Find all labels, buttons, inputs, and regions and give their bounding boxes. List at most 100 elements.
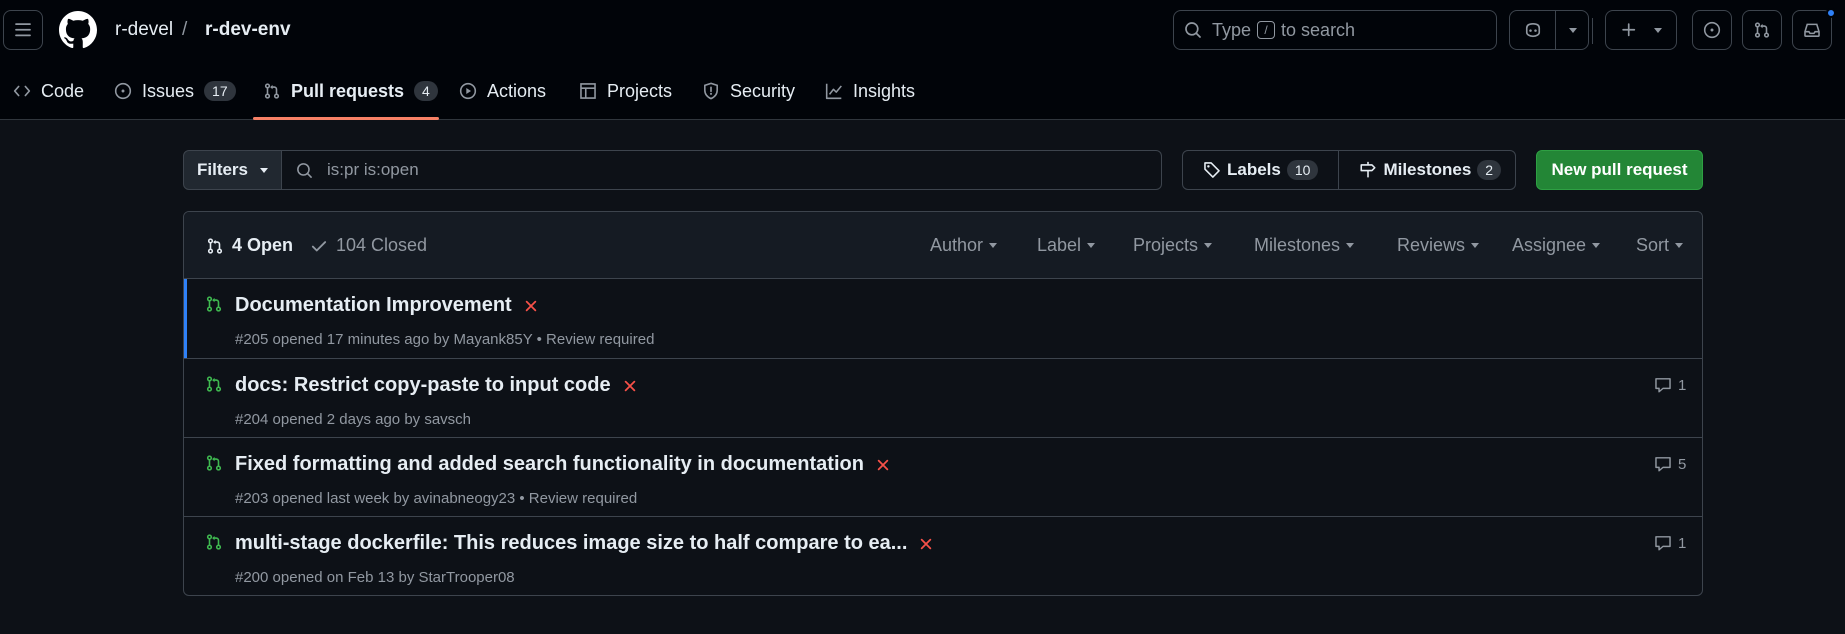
- chevron-down-icon: [1471, 243, 1480, 248]
- check-icon: [311, 240, 327, 251]
- closed-filter-link[interactable]: 104 Closed: [310, 212, 427, 279]
- milestones-label: Milestones: [1383, 160, 1472, 179]
- graph-icon: [825, 83, 842, 100]
- tab-label: Insights: [853, 80, 916, 101]
- git-pull-request-icon: [1754, 22, 1770, 38]
- pull-request-title-link[interactable]: Documentation Improvement: [235, 294, 512, 317]
- pull-request-title-link[interactable]: docs: Restrict copy-paste to input code: [235, 374, 611, 397]
- x-icon[interactable]: [524, 299, 538, 313]
- pull-request-title-link[interactable]: multi-stage dockerfile: This reduces ima…: [235, 532, 907, 555]
- pull-request-title-link[interactable]: Fixed formatting and added search functi…: [235, 453, 864, 476]
- comments-link[interactable]: 1: [1654, 534, 1686, 552]
- milestones-count-badge: 2: [1477, 160, 1502, 180]
- play-icon: [459, 82, 477, 100]
- selector-label: Reviews: [1397, 235, 1466, 255]
- assignee-filter-dropdown[interactable]: Assignee: [1512, 212, 1601, 279]
- title-line: Documentation Improvement: [235, 294, 538, 317]
- sort-dropdown[interactable]: Sort: [1636, 212, 1684, 279]
- selector-label: Author: [930, 235, 984, 255]
- pull-request-row[interactable]: Documentation Improvement #205 opened 17…: [184, 279, 1702, 358]
- pull-request-meta: #200 opened on Feb 13 by StarTrooper08: [235, 569, 515, 586]
- copilot-button[interactable]: [1509, 10, 1589, 50]
- copilot-dropdown[interactable]: [1556, 27, 1588, 33]
- title-line: Fixed formatting and added search functi…: [235, 453, 890, 476]
- filters-button[interactable]: Filters: [183, 150, 282, 190]
- tab-label: Pull requests: [291, 80, 405, 101]
- pull-requests-count-badge: 4: [414, 81, 438, 101]
- x-icon[interactable]: [919, 537, 933, 551]
- projects-filter-dropdown[interactable]: Projects: [1133, 212, 1213, 279]
- search-shortcut-key: /: [1257, 21, 1276, 39]
- repo-name-link[interactable]: r-dev-env: [205, 19, 291, 41]
- comments-link[interactable]: 5: [1654, 455, 1686, 473]
- tab-label: Projects: [607, 80, 673, 101]
- chevron-down-icon: [1675, 243, 1684, 248]
- issue-opened-icon: [1703, 21, 1721, 39]
- open-global-nav-button[interactable]: [3, 10, 43, 50]
- open-pull-request-icon: [206, 296, 222, 312]
- your-pull-requests-button[interactable]: [1742, 10, 1782, 50]
- chevron-down-icon: [1346, 243, 1355, 248]
- tab-code[interactable]: Code: [13, 62, 84, 120]
- chevron-down-icon: [260, 167, 269, 173]
- milestones-button[interactable]: Milestones 2: [1338, 151, 1521, 189]
- pull-request-meta: #205 opened 17 minutes ago by Mayank85Y …: [235, 331, 655, 348]
- milestones-filter-dropdown[interactable]: Milestones: [1254, 212, 1355, 279]
- selector-label: Assignee: [1512, 235, 1587, 255]
- pull-request-row[interactable]: docs: Restrict copy-paste to input code …: [184, 358, 1702, 437]
- create-new-button[interactable]: [1605, 10, 1677, 50]
- milestone-icon: [1360, 161, 1376, 178]
- pull-request-row[interactable]: multi-stage dockerfile: This reduces ima…: [184, 516, 1702, 595]
- shield-icon: [704, 82, 718, 100]
- selector-label: Sort: [1636, 235, 1670, 255]
- unread-notification-dot: [1826, 8, 1836, 18]
- labels-milestones-group: Labels 10 Milestones 2: [1182, 150, 1516, 190]
- labels-count-badge: 10: [1286, 160, 1319, 180]
- author-filter-dropdown[interactable]: Author: [930, 212, 998, 279]
- pull-request-search-input[interactable]: is:pr is:open: [282, 150, 1162, 190]
- tab-actions[interactable]: Actions: [459, 62, 546, 120]
- chevron-down-icon: [989, 243, 998, 248]
- label-filter-dropdown[interactable]: Label: [1037, 212, 1096, 279]
- chevron-down-icon: [1569, 27, 1577, 33]
- global-search-input[interactable]: Type / to search: [1173, 10, 1497, 50]
- table-icon: [580, 83, 596, 99]
- labels-label: Labels: [1227, 160, 1281, 179]
- list-header: 4 Open 104 Closed Author Label Projects …: [184, 212, 1702, 279]
- plus-icon: [1622, 23, 1636, 37]
- labels-button[interactable]: Labels 10: [1183, 151, 1338, 189]
- x-icon[interactable]: [623, 379, 637, 393]
- search-hint-after: to search: [1281, 19, 1356, 40]
- tab-projects[interactable]: Projects: [579, 62, 672, 120]
- chevron-down-icon: [1654, 27, 1662, 33]
- tab-pull-requests[interactable]: Pull requests 4: [263, 62, 438, 120]
- code-icon: [13, 85, 31, 97]
- comment-icon: [1655, 536, 1671, 551]
- reviews-filter-dropdown[interactable]: Reviews: [1397, 212, 1480, 279]
- top-bar: r-devel / r-dev-env Type / to search: [0, 0, 1845, 62]
- pull-request-list: 4 Open 104 Closed Author Label Projects …: [183, 211, 1703, 596]
- selector-label: Milestones: [1254, 235, 1341, 255]
- tab-label: Issues: [142, 80, 195, 101]
- filters-label: Filters: [196, 160, 249, 179]
- repo-owner-link[interactable]: r-devel: [115, 19, 173, 41]
- x-icon[interactable]: [876, 458, 890, 472]
- new-pull-request-button[interactable]: New pull request: [1536, 150, 1703, 190]
- tab-issues[interactable]: Issues 17: [114, 62, 236, 120]
- tab-insights[interactable]: Insights: [825, 62, 915, 120]
- comment-icon: [1655, 378, 1671, 393]
- your-issues-button[interactable]: [1692, 10, 1732, 50]
- search-icon: [297, 162, 312, 178]
- tab-security[interactable]: Security: [702, 62, 795, 120]
- comment-icon: [1655, 457, 1671, 472]
- title-line: multi-stage dockerfile: This reduces ima…: [235, 532, 933, 555]
- selector-label: Projects: [1133, 235, 1199, 255]
- chevron-down-icon: [1087, 243, 1096, 248]
- comment-count: 1: [1678, 376, 1687, 394]
- open-filter-link[interactable]: 4 Open: [206, 212, 293, 279]
- search-icon: [1185, 22, 1201, 38]
- chevron-down-icon: [1592, 243, 1601, 248]
- pull-request-row[interactable]: Fixed formatting and added search functi…: [184, 437, 1702, 516]
- comments-link[interactable]: 1: [1654, 376, 1686, 394]
- github-logo-icon[interactable]: [59, 11, 97, 49]
